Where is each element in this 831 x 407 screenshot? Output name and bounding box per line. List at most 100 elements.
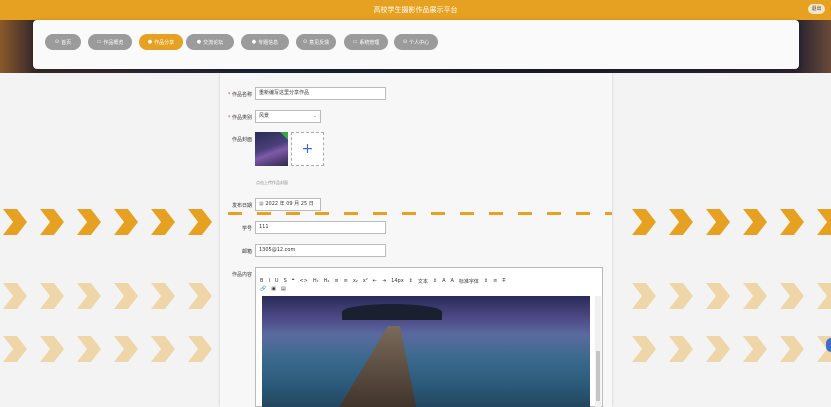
chevron-shape (188, 209, 212, 235)
chevron-shape (743, 283, 767, 309)
chevron-shape (632, 283, 656, 309)
chevron-shape (669, 209, 693, 235)
chevron-shape (40, 283, 64, 309)
toolbar-button[interactable]: x² (363, 278, 368, 285)
toolbar-button[interactable]: U (275, 278, 279, 285)
toolbar-button[interactable]: ⇕ (409, 278, 413, 285)
chevron-shape (188, 336, 212, 362)
chevron-shape (114, 283, 138, 309)
pier-shape (334, 326, 418, 407)
toolbar-button[interactable]: 14px (391, 278, 404, 285)
toolbar-button[interactable]: ≡ (493, 278, 497, 285)
dash-shape (489, 212, 503, 215)
nav-item-label: 专题信息 (258, 39, 279, 46)
exit-button[interactable]: 退出 (808, 4, 825, 14)
nav-item-label: 系统管理 (359, 39, 380, 46)
chevron-shape (114, 209, 138, 235)
dash-shape (460, 212, 474, 215)
toolbar-button[interactable]: 标准字体 (459, 278, 479, 285)
side-float-button[interactable] (826, 338, 831, 352)
toolbar-button[interactable]: ⇤ (373, 278, 377, 285)
nav-item-label: 意见反馈 (309, 39, 330, 46)
toolbar-button[interactable]: S (284, 278, 287, 285)
nav-item-label: 首页 (61, 39, 72, 46)
dash-shape (315, 212, 329, 215)
nav-item-4[interactable]: ● 专题信息 (241, 34, 289, 50)
toolbar-button[interactable]: A (451, 278, 454, 285)
toolbar-button[interactable]: ▣ (271, 286, 276, 292)
toolbar-button[interactable]: A (442, 278, 445, 285)
nav-item-3[interactable]: ● 交流论坛 (186, 34, 234, 50)
chevron-shape (188, 283, 212, 309)
nav-item-6[interactable]: ▭ 系统管理 (344, 34, 388, 50)
editor-toolbar-row-2: 🔗 ▣ ▤ (260, 286, 286, 292)
toolbar-button[interactable]: 文本 (418, 278, 428, 285)
share-icon: ● (147, 39, 153, 45)
nav-item-label: 个人中心 (409, 39, 430, 46)
toolbar-button[interactable]: ≡ (334, 278, 338, 285)
toolbar-button[interactable]: ❝ (292, 278, 295, 285)
nav-item-1[interactable]: ▭ 作品概览 (88, 34, 132, 50)
toolbar-button[interactable]: ⇕ (433, 278, 437, 285)
feedback-icon: ⊙ (302, 39, 308, 45)
name-input[interactable]: 重新编写这里分享作品 (255, 87, 386, 100)
date-label: 发布日期 (231, 203, 252, 209)
chevron-shape (743, 209, 767, 235)
chevron-shape (77, 209, 101, 235)
toolbar-button[interactable]: H₁ (313, 278, 319, 285)
email-label: 邮箱 (241, 249, 252, 255)
dash-shape (518, 212, 532, 215)
nav-item-5[interactable]: ⊙ 意见反馈 (296, 34, 336, 50)
toolbar-button[interactable]: B (260, 278, 263, 285)
name-label: * 作品名称 (227, 92, 252, 98)
settings-icon: ▭ (352, 39, 358, 45)
dash-decoration (228, 212, 612, 218)
site-title: 高校学生摄影作品展示平台 (373, 6, 458, 14)
chevron-shape (40, 209, 64, 235)
top-bar: 高校学生摄影作品展示平台 退出 (0, 0, 831, 20)
chevron-shape (780, 336, 804, 362)
toolbar-button[interactable]: <> (299, 278, 307, 285)
toolbar-button[interactable]: ⇕ (484, 278, 488, 285)
user-icon: ⊙ (402, 39, 408, 45)
chevron-shape (669, 283, 693, 309)
chevron-shape (114, 336, 138, 362)
student-no-input[interactable]: 111 (255, 221, 386, 234)
nav-item-label: 交流论坛 (203, 39, 224, 46)
chevron-shape (77, 283, 101, 309)
dash-shape (257, 212, 271, 215)
cover-thumbnail[interactable] (255, 132, 288, 166)
chevron-shape (817, 209, 831, 235)
toolbar-button[interactable]: I (268, 278, 269, 285)
chevron-shape (3, 209, 27, 235)
dash-shape (373, 212, 387, 215)
dash-shape (286, 212, 300, 215)
date-picker[interactable]: ▦ 2022 年 09 月 25 日 (255, 198, 321, 211)
upload-button[interactable]: + (291, 132, 324, 166)
nav-item-label: 作品概览 (103, 39, 124, 46)
nav-item-2[interactable]: ● 作品分享 (139, 34, 183, 50)
category-select[interactable]: 风景 ⌄ (255, 110, 321, 123)
dash-shape (228, 212, 242, 215)
editor-toolbar-row-1: B I U S ❝ <> H₁ H₂ ≡ ≡ x₂ x² ⇤ ⇥ 14px ⇕ 文本 ⇕ A A 标准字体 ⇕ ≡ T̶ (260, 278, 505, 285)
nav-item-7[interactable]: ⊙ 个人中心 (394, 34, 438, 50)
editor-scrollbar[interactable] (595, 296, 601, 407)
toolbar-button[interactable]: x₂ (353, 278, 358, 285)
toolbar-button[interactable]: ≡ (344, 278, 348, 285)
island-shape (342, 304, 442, 320)
chevron-shape (706, 209, 730, 235)
email-input[interactable]: 1305@12.com (255, 244, 386, 257)
student-no-label: 学号 (241, 226, 252, 232)
toolbar-button[interactable]: ⇥ (382, 278, 386, 285)
home-icon: ⊙ (54, 39, 60, 45)
toolbar-button[interactable]: ▤ (281, 286, 286, 292)
chevron-shape (780, 283, 804, 309)
toolbar-button[interactable]: T̶ (502, 278, 505, 285)
cover-hint: 点击上传作品封面 (256, 180, 288, 185)
toolbar-button[interactable]: 🔗 (260, 286, 266, 292)
chevron-shape (151, 283, 175, 309)
nav-item-0[interactable]: ⊙ 首页 (45, 34, 81, 50)
category-label: * 作品类别 (227, 115, 252, 121)
content-label: 作品内容 (231, 272, 252, 278)
toolbar-button[interactable]: H₂ (324, 278, 330, 285)
